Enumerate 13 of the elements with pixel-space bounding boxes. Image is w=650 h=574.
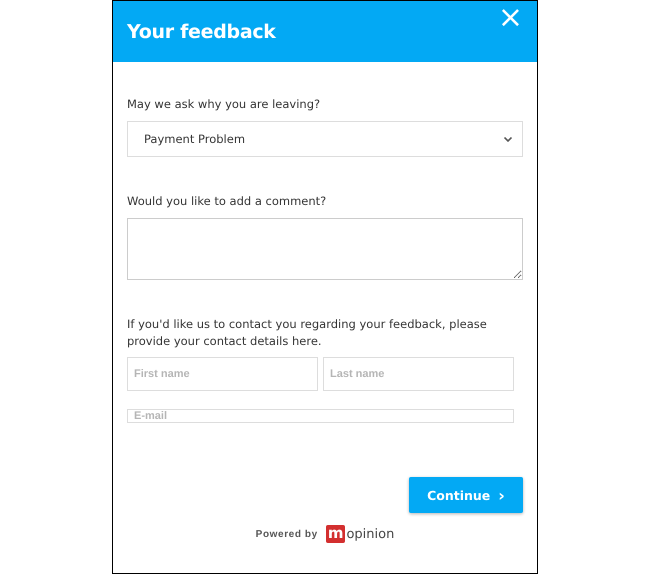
reason-dropdown[interactable]: Payment Problem (127, 121, 523, 157)
email-field[interactable]: E-mail (127, 409, 514, 423)
powered-by-text: Powered by (256, 528, 318, 540)
dialog-title: Your feedback (127, 20, 276, 42)
close-button[interactable]: × (498, 2, 523, 32)
logo-text: opinion (346, 526, 394, 542)
name-field[interactable]: Last name (323, 357, 514, 391)
question-label: Would you like to add a comment? (127, 193, 328, 210)
logo-mark: m (326, 525, 346, 543)
question-label: May we ask why you are leaving? (127, 96, 322, 113)
name-field[interactable]: First name (127, 357, 318, 391)
continue-button[interactable]: Continue › (409, 477, 523, 513)
question-label: If you'd like us to contact you regarding your feedback, please provide your contact details here. (127, 316, 488, 350)
